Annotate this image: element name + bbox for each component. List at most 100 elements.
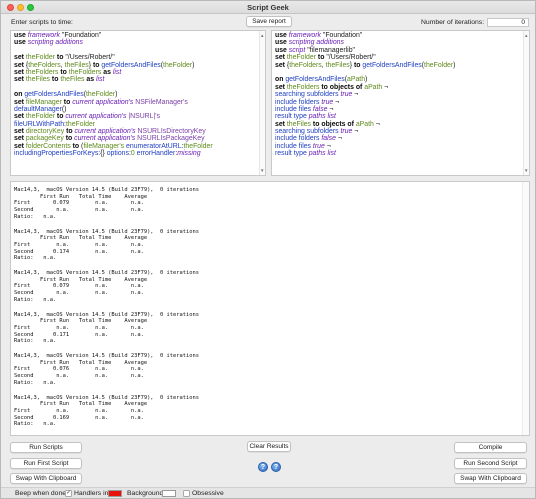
result-line-second: Second n.a. n.a. n.a. xyxy=(14,290,144,297)
code-line: set theFiles to theFiles as list xyxy=(14,76,262,83)
code-token: () xyxy=(61,105,67,113)
code-token: theFolder xyxy=(183,142,213,150)
clear-results-button[interactable]: Clear Results xyxy=(247,441,291,452)
results-scrollbar[interactable] xyxy=(522,182,529,435)
code-token: current application's xyxy=(72,98,136,106)
code-token: theFolder xyxy=(163,61,193,69)
handlers-in-checkbox[interactable]: ✓ xyxy=(65,490,72,497)
handlers-color-well[interactable] xyxy=(108,490,122,497)
code-token: script xyxy=(288,46,308,54)
first-editor-scrollbar[interactable]: ▲ ▼ xyxy=(259,31,265,175)
code-token: true xyxy=(340,91,353,99)
code-token: include folders xyxy=(275,135,322,143)
code-line: set {theFolders, theFiles} to getFolders… xyxy=(14,62,262,69)
code-token: enumeratorAtURL xyxy=(126,142,182,150)
script-geek-window: Script Geek Enter scripts to time: Save … xyxy=(0,0,536,499)
code-token: theFolder xyxy=(25,54,55,62)
code-token: set xyxy=(275,83,287,91)
result-line-second: Second n.a. n.a. n.a. xyxy=(14,207,144,214)
save-report-button[interactable]: Save report xyxy=(246,16,292,27)
code-token: list xyxy=(112,68,122,76)
code-token: set xyxy=(14,61,26,69)
second-script-editor[interactable]: use framework "Foundation" use scripting … xyxy=(271,30,530,176)
code-token: set xyxy=(14,142,26,150)
code-token: to xyxy=(55,54,66,62)
run-first-script-button[interactable]: Run First Script xyxy=(10,458,82,469)
result-line-cols: First Run Total Time Average xyxy=(14,359,148,366)
code-token: objects of xyxy=(321,120,356,128)
scroll-up-arrow-icon[interactable]: ▲ xyxy=(524,32,528,39)
result-line-first: First n.a. n.a. n.a. xyxy=(14,324,144,331)
code-token: paths list xyxy=(308,113,336,121)
compile-button[interactable]: Compile xyxy=(454,442,527,453)
code-token: to xyxy=(61,98,73,106)
code-line: include folders false ¬ xyxy=(275,135,526,142)
code-token: scripting additions xyxy=(27,39,83,47)
scroll-down-arrow-icon[interactable]: ▼ xyxy=(524,167,528,174)
code-token: scripting additions xyxy=(288,39,344,47)
code-token: true xyxy=(340,128,353,136)
code-token: set xyxy=(14,68,26,76)
code-token: defaultManager xyxy=(14,105,62,113)
code-line: use framework "Foundation" xyxy=(14,32,262,39)
code-token: false xyxy=(312,105,328,113)
split-view-divider[interactable] xyxy=(1,177,535,180)
scroll-down-arrow-icon[interactable]: ▼ xyxy=(260,167,264,174)
obsessive-label: Obsessive xyxy=(192,490,224,497)
result-line-ratio: Ratio: n.a. xyxy=(14,255,57,262)
help-first-icon[interactable]: ? xyxy=(258,462,268,472)
code-token: ¬ xyxy=(382,83,389,91)
second-editor-scrollbar[interactable]: ▲ ▼ xyxy=(523,31,529,175)
code-token: "Foundation" xyxy=(322,32,363,39)
code-token: theFolders xyxy=(289,61,322,69)
code-line: fileURLWithPath:theFolder xyxy=(14,121,262,128)
background-color-well[interactable] xyxy=(162,490,176,497)
code-token: "/Users/Robert/" xyxy=(65,54,115,62)
code-line: set folderContents to (fileManager's enu… xyxy=(14,143,262,150)
code-token: ) xyxy=(453,61,456,69)
code-line: searching subfolders true ¬ xyxy=(275,128,526,135)
result-line-header: Mac14,3, macOS Version 14.5 (Build 23F79… xyxy=(14,270,199,276)
results-text-view[interactable]: Mac14,3, macOS Version 14.5 (Build 23F79… xyxy=(10,181,530,436)
result-line-header: Mac14,3, macOS Version 14.5 (Build 23F79… xyxy=(14,187,199,193)
code-token: searching subfolders xyxy=(275,128,341,136)
code-token: use xyxy=(275,46,289,54)
code-token: theFolders xyxy=(286,83,320,91)
result-line-cols: First Run Total Time Average xyxy=(14,401,148,408)
code-token: to xyxy=(63,135,75,143)
obsessive-checkbox[interactable] xyxy=(183,490,190,497)
code-token: folderContents xyxy=(25,142,71,150)
code-token: to xyxy=(316,54,327,62)
help-second-icon[interactable]: ? xyxy=(271,462,281,472)
code-token: theFolders xyxy=(25,68,59,76)
first-script-editor[interactable]: use framework "Foundation" use scripting … xyxy=(10,30,266,176)
code-token: ¬ xyxy=(327,105,334,113)
code-token: theFolder xyxy=(286,54,316,62)
swap-second-with-clipboard-button[interactable]: Swap With Clipboard xyxy=(454,473,527,484)
code-token: NSFileManager's xyxy=(135,98,188,106)
code-token: includingPropertiesForKeys xyxy=(14,150,99,158)
result-line-cols: First Run Total Time Average xyxy=(14,193,148,200)
code-token: ¬ xyxy=(352,128,359,136)
iterations-field[interactable]: 0 xyxy=(487,18,529,27)
beep-when-done-label: Beep when done xyxy=(15,490,67,497)
code-line: set packageKey to current application's … xyxy=(14,135,262,142)
code-token: ¬ xyxy=(335,135,342,143)
code-token: fileURLWithPath xyxy=(14,120,65,128)
code-token: "/Users/Robert/" xyxy=(326,54,376,62)
code-line: set theFolders to theFolders as list xyxy=(14,69,262,76)
code-token: theFolder xyxy=(424,61,454,69)
code-token: set xyxy=(14,76,26,84)
result-line-second: Second 0.169 n.a. n.a. xyxy=(14,414,144,421)
code-token: errorHandler xyxy=(136,150,176,158)
swap-first-with-clipboard-button[interactable]: Swap With Clipboard xyxy=(10,473,82,484)
code-token: getFoldersAndFiles xyxy=(101,61,161,69)
scroll-up-arrow-icon[interactable]: ▲ xyxy=(260,32,264,39)
run-second-script-button[interactable]: Run Second Script xyxy=(454,458,527,469)
result-line-second: Second 0.174 n.a. n.a. xyxy=(14,248,144,255)
run-scripts-button[interactable]: Run Scripts xyxy=(10,442,82,453)
code-line: set {theFolders, theFiles} to getFolders… xyxy=(275,62,526,69)
